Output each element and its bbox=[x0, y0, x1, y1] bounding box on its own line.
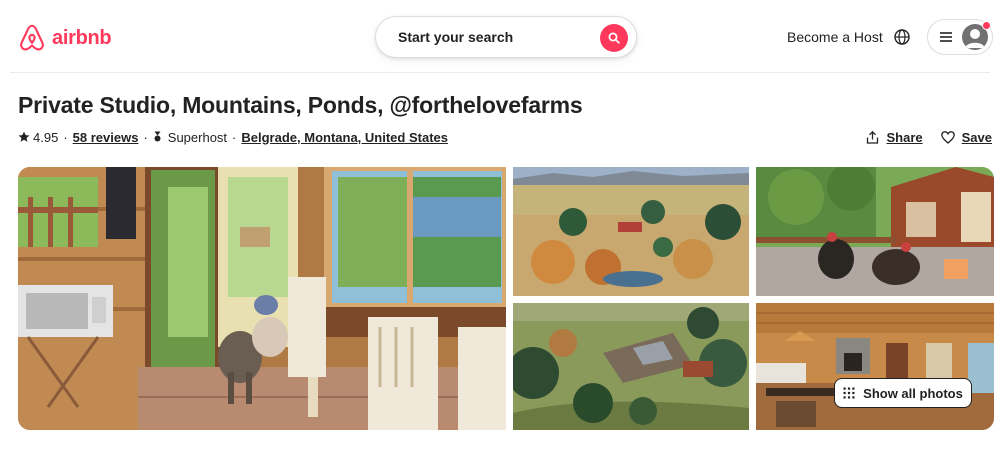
search-button[interactable] bbox=[600, 24, 628, 52]
turkeys-patio-image bbox=[756, 167, 994, 296]
become-host-link[interactable]: Become a Host bbox=[787, 29, 883, 45]
heart-icon bbox=[940, 130, 955, 144]
share-icon bbox=[867, 130, 879, 144]
airbnb-logo-icon bbox=[20, 24, 44, 51]
ranch-aerial-image bbox=[513, 167, 749, 296]
superhost-medal-icon bbox=[154, 131, 161, 142]
listing-title: Private Studio, Mountains, Ponds, @forth… bbox=[18, 92, 583, 118]
search-bar[interactable]: Start your search bbox=[375, 16, 637, 58]
separator-dot: · bbox=[232, 129, 237, 145]
logo-wordmark: airbnb bbox=[52, 26, 112, 49]
user-menu-button[interactable] bbox=[927, 19, 993, 55]
superhost-label: Superhost bbox=[167, 129, 228, 145]
globe-icon[interactable] bbox=[893, 28, 911, 46]
show-all-photos-button[interactable]: Show all photos bbox=[834, 378, 972, 408]
share-label: Share bbox=[886, 129, 923, 145]
photo-turkeys[interactable] bbox=[756, 167, 994, 296]
ranch-house-image bbox=[513, 303, 749, 430]
rating-value: 4.95 bbox=[33, 129, 59, 145]
separator-dot: · bbox=[63, 129, 68, 145]
search-placeholder: Start your search bbox=[398, 29, 514, 45]
search-icon bbox=[608, 32, 620, 44]
save-label: Save bbox=[961, 129, 992, 145]
cabin-kitchen-image bbox=[756, 303, 994, 430]
share-button[interactable]: Share bbox=[866, 129, 923, 145]
photo-kitchen[interactable] bbox=[756, 303, 994, 430]
reviews-link[interactable]: 58 reviews bbox=[73, 130, 139, 145]
photo-main[interactable] bbox=[18, 167, 506, 430]
location-link[interactable]: Belgrade, Montana, United States bbox=[241, 130, 448, 145]
airbnb-logo[interactable]: airbnb bbox=[18, 22, 112, 54]
photo-ranch-aerial[interactable] bbox=[513, 167, 749, 296]
hamburger-menu-icon bbox=[940, 32, 952, 42]
separator-dot: · bbox=[143, 129, 148, 145]
show-all-photos-label: Show all photos bbox=[863, 385, 963, 401]
top-nav: airbnb Start your search Become a Host bbox=[0, 0, 1000, 72]
studio-interior-image bbox=[18, 167, 506, 430]
listing-actions: Share Save bbox=[866, 128, 992, 146]
listing-meta: 4.95 · 58 reviews · Superhost · Belgrade… bbox=[18, 128, 448, 146]
star-icon bbox=[18, 131, 30, 142]
grid-dots-icon bbox=[843, 387, 855, 399]
notification-dot bbox=[982, 21, 991, 30]
photo-ranch-house[interactable] bbox=[513, 303, 749, 430]
save-button[interactable]: Save bbox=[940, 129, 992, 145]
header-divider bbox=[10, 72, 990, 73]
